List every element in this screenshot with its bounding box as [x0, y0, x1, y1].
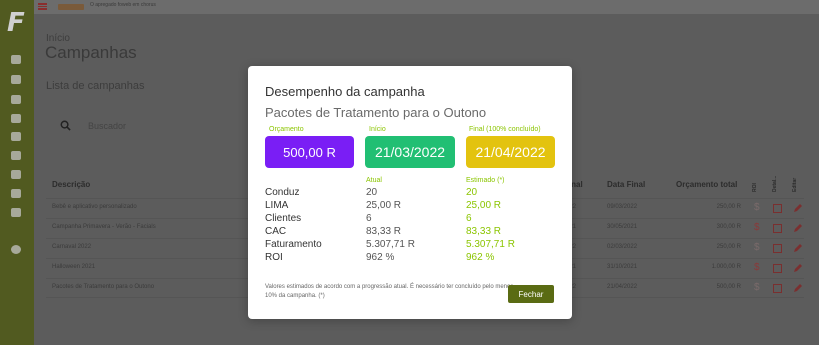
modal-title: Desempenho da campanha — [265, 84, 425, 99]
thumbs-up-icon[interactable] — [10, 113, 22, 124]
metric-estimated: 6 — [466, 213, 472, 224]
start-date-box: 21/03/2022 — [365, 136, 455, 168]
hamburger-menu-icon[interactable] — [38, 3, 47, 10]
budget-label: Orçamento — [269, 126, 304, 133]
details-checkbox[interactable] — [773, 284, 782, 293]
metric-current: 20 — [366, 187, 378, 198]
header-total-budget[interactable]: Orçamento total — [676, 180, 737, 189]
metric-estimated: 962 % — [466, 252, 495, 263]
graduation-cap-icon[interactable] — [10, 207, 22, 218]
briefcase-icon[interactable] — [10, 54, 22, 65]
header-details: Detal... — [772, 175, 778, 192]
sidebar: F — [0, 0, 34, 345]
bar-chart-icon[interactable] — [10, 131, 22, 142]
row-description: Halloween 2021 — [52, 264, 96, 270]
row-description: Campanha Primavera - Verão - Facials — [52, 224, 156, 230]
metric-current: 25,00 R — [366, 200, 402, 211]
row-description: Pacotes de Tratamento para o Outono — [52, 284, 155, 290]
details-checkbox[interactable] — [773, 244, 782, 253]
estimated-header: Estimado (*) — [466, 177, 505, 184]
pencil-icon[interactable] — [793, 203, 803, 213]
row-description: Bebê e aplicativo personalizado — [52, 204, 137, 210]
close-button[interactable]: Fechar — [508, 285, 554, 303]
row-description: Carnaval 2022 — [52, 244, 92, 250]
metric-label: ROI — [265, 252, 283, 263]
section-title: Lista de campanhas — [46, 80, 145, 92]
current-header: Atual — [366, 177, 382, 184]
metric-estimated: 25,00 R — [466, 200, 502, 211]
metric-current: 6 — [366, 213, 372, 224]
page-title: Campanhas — [45, 43, 137, 62]
row-total: 250,00 R — [716, 204, 741, 210]
row-total: 1.000,00 R — [711, 264, 741, 270]
metric-label: Clientes — [265, 213, 302, 224]
top-bar-text: O apregado foweb em chorus — [90, 2, 156, 8]
row-end-date: 31/10/2021 — [607, 264, 638, 270]
grid-icon[interactable] — [10, 150, 22, 161]
user-icon[interactable] — [10, 169, 22, 180]
pencil-icon[interactable] — [793, 243, 803, 253]
metric-label: Faturamento — [265, 239, 322, 250]
pencil-icon[interactable] — [793, 283, 803, 293]
top-bar: O apregado foweb em chorus — [34, 0, 819, 14]
calendar-check-icon[interactable] — [10, 94, 22, 105]
pencil-icon[interactable] — [793, 223, 803, 233]
money-icon[interactable] — [10, 188, 22, 199]
dollar-icon[interactable]: $ — [754, 262, 760, 273]
header-end-date[interactable]: Data Final — [607, 180, 645, 189]
metric-current: 962 % — [366, 252, 395, 263]
row-total: 500,00 R — [716, 284, 741, 290]
end-label: Final (100% concluído) — [469, 126, 541, 133]
dollar-icon[interactable]: $ — [754, 222, 760, 233]
dollar-icon[interactable]: $ — [754, 202, 760, 213]
metric-estimated: 83,33 R — [466, 226, 502, 237]
metric-label: CAC — [265, 226, 287, 237]
pencil-icon[interactable] — [793, 263, 803, 273]
header-edit: Editar — [792, 177, 798, 192]
metric-estimated: 20 — [466, 187, 478, 198]
calendar-icon[interactable] — [10, 74, 22, 85]
start-label: Início — [369, 126, 386, 133]
end-date-box: 21/04/2022 — [466, 136, 555, 168]
row-end-date: 21/04/2022 — [607, 284, 638, 290]
campaign-performance-modal: Desempenho da campanha Pacotes de Tratam… — [248, 66, 572, 319]
search-icon[interactable] — [60, 120, 71, 131]
metric-current: 5.307,71 R — [366, 239, 415, 250]
brand-badge — [58, 4, 84, 10]
gear-icon[interactable] — [10, 244, 22, 255]
header-roi: ROI — [752, 183, 758, 192]
metric-label: Conduz — [265, 187, 300, 198]
metric-current: 83,33 R — [366, 226, 402, 237]
details-checkbox[interactable] — [773, 204, 782, 213]
modal-note: Valores estimados de acordo com a progre… — [265, 284, 514, 299]
row-end-date: 02/03/2022 — [607, 244, 638, 250]
header-description[interactable]: Descrição — [52, 180, 90, 189]
row-end-date: 09/03/2022 — [607, 204, 638, 210]
row-total: 250,00 R — [716, 244, 741, 250]
details-checkbox[interactable] — [773, 224, 782, 233]
details-checkbox[interactable] — [773, 264, 782, 273]
app-logo: F — [7, 8, 25, 38]
dollar-icon[interactable]: $ — [754, 242, 760, 253]
row-total: 300,00 R — [716, 224, 741, 230]
dollar-icon[interactable]: $ — [754, 282, 760, 293]
metric-label: LIMA — [265, 200, 289, 211]
search-input[interactable]: Buscador — [88, 121, 126, 131]
modal-subtitle: Pacotes de Tratamento para o Outono — [265, 105, 487, 120]
row-end-date: 30/05/2021 — [607, 224, 638, 230]
metric-estimated: 5.307,71 R — [466, 239, 515, 250]
budget-box: 500,00 R — [265, 136, 354, 168]
